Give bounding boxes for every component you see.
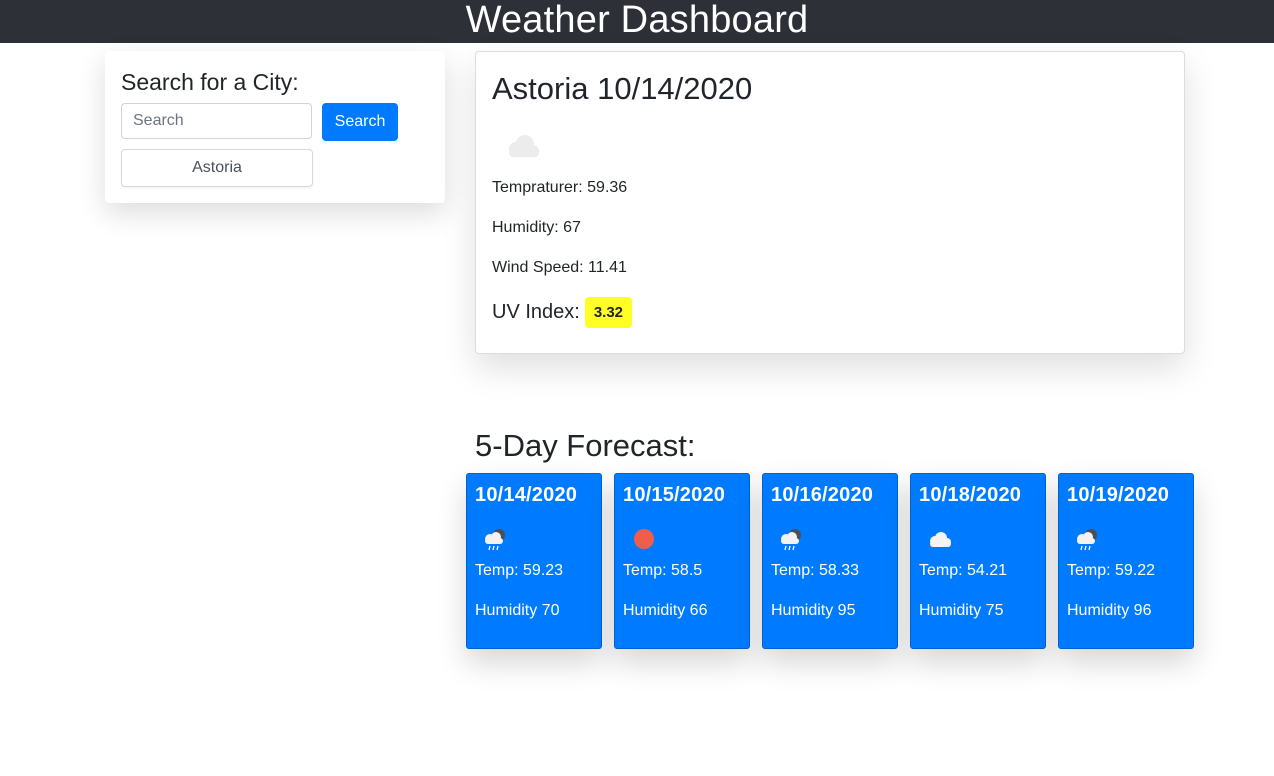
search-heading: Search for a City: [121,69,299,95]
forecast-date: 10/16/2020 [771,484,874,506]
forecast-card: 10/19/2020 Temp: 59.22 Humidity 96 [1058,473,1194,649]
forecast-date: 10/18/2020 [919,484,1022,506]
cloud-icon [923,526,955,552]
rain-cloud-icon [1071,526,1103,552]
uv-index-label: UV Index: [492,300,580,323]
forecast-temp: Temp: 59.22 [1067,562,1156,579]
uv-index-row: UV Index: 3.32 [492,296,633,328]
forecast-humidity: Humidity 70 [475,602,560,619]
forecast-temp: Temp: 58.5 [623,562,703,579]
forecast-date: 10/15/2020 [623,484,726,506]
forecast-temp: Temp: 54.21 [919,562,1008,579]
search-input[interactable] [121,103,312,139]
forecast-card: 10/15/2020 Temp: 58.5 Humidity 66 [614,473,750,649]
current-wind-speed: Wind Speed: 11.41 [492,259,627,276]
search-button[interactable]: Search [322,103,398,141]
sun-icon [627,526,659,552]
forecast-humidity: Humidity 66 [623,602,708,619]
forecast-date: 10/14/2020 [475,484,578,506]
forecast-date: 10/19/2020 [1067,484,1170,506]
history-item-astoria[interactable]: Astoria [121,149,313,187]
forecast-humidity: Humidity 95 [771,602,856,619]
current-temperature: Tempraturer: 59.36 [492,179,628,196]
forecast-heading: 5-Day Forecast: [475,428,696,463]
forecast-temp: Temp: 59.23 [475,562,564,579]
rain-cloud-icon [479,526,511,552]
current-weather-card: Astoria 10/14/2020 Tempraturer: 59.36 Hu… [475,51,1185,354]
top-bar: Weather Dashboard [0,0,1274,43]
current-city-title: Astoria 10/14/2020 [492,71,753,106]
current-humidity: Humidity: 67 [492,219,581,236]
forecast-humidity: Humidity 96 [1067,602,1152,619]
rain-cloud-icon [775,526,807,552]
search-panel: Search for a City: Search Astoria [105,51,445,203]
forecast-card: 10/18/2020 Temp: 54.21 Humidity 75 [910,473,1046,649]
page-title: Weather Dashboard [465,0,809,41]
forecast-card: 10/14/2020 Temp: 59.23 Humidity 70 [466,473,602,649]
forecast-card: 10/16/2020 Temp: 58.33 Humidity 95 [762,473,898,649]
uv-index-badge: 3.32 [584,296,633,328]
forecast-temp: Temp: 58.33 [771,562,860,579]
forecast-humidity: Humidity 75 [919,602,1004,619]
cloud-icon [500,129,544,161]
